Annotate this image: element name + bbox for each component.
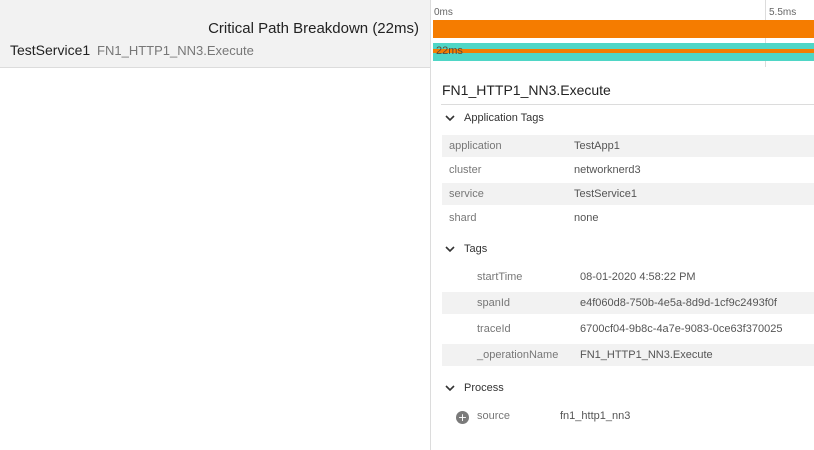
section-heading: Process [464, 382, 504, 394]
span-duration-label: 22ms [436, 45, 463, 57]
span-detail-panel: FN1_HTTP1_NN3.Execute Application Tags a… [430, 67, 814, 450]
table-row: _operationName FN1_HTTP1_NN3.Execute [442, 344, 814, 366]
chevron-down-icon [445, 115, 455, 122]
critical-path-header: Critical Path Breakdown (22ms) TestServi… [0, 0, 430, 68]
table-row: application TestApp1 [442, 135, 814, 157]
tag-key: _operationName [477, 349, 559, 361]
operation-name: FN1_HTTP1_NN3.Execute [97, 43, 254, 58]
section-heading: Application Tags [464, 112, 544, 124]
section-process[interactable]: Process [444, 382, 504, 394]
chevron-down-icon [445, 246, 455, 253]
tag-value: fn1_http1_nn3 [560, 410, 631, 422]
tag-value: TestService1 [574, 188, 637, 200]
table-row: source fn1_http1_nn3 [442, 405, 814, 427]
tag-value: TestApp1 [574, 140, 620, 152]
tag-key: shard [449, 212, 477, 224]
tag-value: e4f060d8-750b-4e5a-8d9d-1cf9c2493f0f [580, 297, 777, 309]
table-row: startTime 08-01-2020 4:58:22 PM [442, 266, 814, 288]
tag-key: spanId [477, 297, 511, 309]
section-heading: Tags [464, 243, 488, 255]
table-row: cluster networknerd3 [442, 159, 814, 181]
detail-title: FN1_HTTP1_NN3.Execute [442, 82, 611, 98]
tag-value: 08-01-2020 4:58:22 PM [580, 271, 696, 283]
detail-divider [441, 104, 814, 105]
critical-path-title: Critical Path Breakdown (22ms) [208, 20, 419, 37]
section-application-tags[interactable]: Application Tags [444, 112, 544, 124]
tag-value: none [574, 212, 599, 224]
table-row: shard none [442, 207, 814, 229]
timeline-header: 0ms 5.5ms 22ms [430, 0, 814, 68]
tag-key: cluster [449, 164, 482, 176]
tick-mid: 5.5ms [769, 7, 797, 18]
tick-start: 0ms [434, 7, 453, 18]
table-row: service TestService1 [442, 183, 814, 205]
service-name: TestService1 [10, 42, 91, 58]
chevron-down-icon [445, 385, 455, 392]
tag-value: 6700cf04-9b8c-4a7e-9083-0ce63f370025 [580, 323, 783, 335]
tag-key: traceId [477, 323, 511, 335]
tag-value: FN1_HTTP1_NN3.Execute [580, 349, 713, 361]
table-row: traceId 6700cf04-9b8c-4a7e-9083-0ce63f37… [442, 318, 814, 340]
span-bar[interactable]: 22ms [433, 43, 814, 61]
span-critical-line [433, 49, 814, 53]
tag-key: source [477, 410, 511, 422]
tag-key: startTime [477, 271, 523, 283]
tag-key: service [449, 188, 484, 200]
section-tags[interactable]: Tags [444, 243, 487, 255]
tag-key: application [449, 140, 502, 152]
span-row-label[interactable]: TestService1 FN1_HTTP1_NN3.Execute [10, 42, 254, 58]
table-row: spanId e4f060d8-750b-4e5a-8d9d-1cf9c2493… [442, 292, 814, 314]
tag-value: networknerd3 [574, 164, 641, 176]
critical-path-bar [433, 20, 814, 38]
